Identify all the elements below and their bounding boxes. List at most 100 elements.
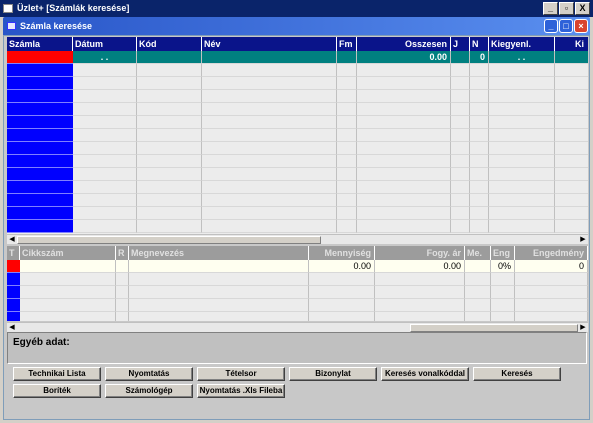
row-indicator[interactable] xyxy=(7,103,73,116)
table-cell[interactable] xyxy=(555,51,588,64)
table-cell[interactable] xyxy=(337,207,357,220)
table-cell[interactable]: 0.00 xyxy=(357,51,451,64)
table-cell[interactable]: 0.00 xyxy=(309,260,375,273)
col-header-fogy-ar[interactable]: Fogy. ár xyxy=(375,246,465,260)
table-cell[interactable] xyxy=(337,51,357,64)
table-cell[interactable] xyxy=(337,181,357,194)
table-cell[interactable] xyxy=(489,155,555,168)
col-header-cikkszam[interactable]: Cikkszám xyxy=(20,246,116,260)
table-cell[interactable] xyxy=(357,64,451,77)
table-cell[interactable] xyxy=(451,64,470,77)
table-cell[interactable] xyxy=(73,64,137,77)
col-header-fm[interactable]: Fm xyxy=(337,37,357,51)
table-cell[interactable]: 0.00 xyxy=(375,260,465,273)
row-indicator[interactable] xyxy=(7,181,73,194)
table-cell[interactable] xyxy=(375,312,465,321)
col-header-kod[interactable]: Kód xyxy=(137,37,202,51)
table-row[interactable] xyxy=(7,103,588,116)
table-row[interactable] xyxy=(7,90,588,103)
table-cell[interactable] xyxy=(515,312,588,321)
table-cell[interactable] xyxy=(357,220,451,233)
table-cell[interactable] xyxy=(73,194,137,207)
table-cell[interactable] xyxy=(375,299,465,312)
row-indicator[interactable] xyxy=(7,116,73,129)
table-cell[interactable] xyxy=(470,155,489,168)
table-cell[interactable] xyxy=(357,155,451,168)
table-cell[interactable] xyxy=(451,194,470,207)
table-row[interactable]: . . 0.00 0. . xyxy=(7,51,588,64)
row-indicator[interactable] xyxy=(7,64,73,77)
col-header-datum[interactable]: Dátum xyxy=(73,37,137,51)
col-header-n[interactable]: N xyxy=(470,37,489,51)
table-row[interactable] xyxy=(7,155,588,168)
table-cell[interactable] xyxy=(20,273,116,286)
col-header-eng[interactable]: Eng xyxy=(491,246,515,260)
table-cell[interactable] xyxy=(202,207,337,220)
table-cell[interactable] xyxy=(337,64,357,77)
table-row[interactable] xyxy=(7,220,588,233)
table-cell[interactable] xyxy=(129,286,309,299)
table-cell[interactable] xyxy=(202,103,337,116)
table-cell[interactable] xyxy=(309,286,375,299)
col-header-kiegyenl[interactable]: Kiegyenl. xyxy=(489,37,555,51)
table-cell[interactable] xyxy=(357,77,451,90)
table-cell[interactable] xyxy=(73,77,137,90)
table-cell[interactable] xyxy=(202,90,337,103)
row-indicator[interactable] xyxy=(7,312,20,321)
col-header-nev[interactable]: Név xyxy=(202,37,337,51)
table-cell[interactable] xyxy=(470,207,489,220)
table-cell[interactable] xyxy=(489,142,555,155)
row-indicator[interactable] xyxy=(7,260,20,273)
table-row[interactable] xyxy=(7,181,588,194)
table-cell[interactable] xyxy=(20,299,116,312)
table-cell[interactable] xyxy=(357,142,451,155)
table-cell[interactable] xyxy=(451,207,470,220)
table-cell[interactable] xyxy=(491,312,515,321)
technical-list-button[interactable]: Technikai Lista xyxy=(13,367,101,381)
table-cell[interactable] xyxy=(357,129,451,142)
item-grid[interactable]: T Cikkszám R Megnevezés Mennyiség Fogy. … xyxy=(7,246,588,321)
table-cell[interactable] xyxy=(555,194,588,207)
table-cell[interactable] xyxy=(555,155,588,168)
table-row[interactable] xyxy=(7,273,588,286)
table-row[interactable]: 0.00 0.00 0% 0 xyxy=(7,260,588,273)
row-indicator[interactable] xyxy=(7,273,20,286)
table-cell[interactable] xyxy=(202,64,337,77)
table-cell[interactable] xyxy=(73,90,137,103)
table-cell[interactable] xyxy=(357,168,451,181)
table-cell[interactable] xyxy=(470,77,489,90)
table-cell[interactable] xyxy=(555,103,588,116)
inner-close-button[interactable]: × xyxy=(574,19,588,33)
table-cell[interactable] xyxy=(20,286,116,299)
table-cell[interactable] xyxy=(451,103,470,116)
table-cell[interactable] xyxy=(202,142,337,155)
table-cell[interactable] xyxy=(129,312,309,321)
document-button[interactable]: Bizonylat xyxy=(289,367,377,381)
row-indicator[interactable] xyxy=(7,77,73,90)
table-cell[interactable] xyxy=(451,77,470,90)
table-cell[interactable] xyxy=(489,181,555,194)
table-cell[interactable] xyxy=(470,116,489,129)
table-cell[interactable] xyxy=(73,207,137,220)
inner-minimize-button[interactable]: _ xyxy=(544,19,558,33)
table-cell[interactable] xyxy=(489,77,555,90)
table-cell[interactable] xyxy=(470,103,489,116)
table-cell[interactable] xyxy=(73,129,137,142)
table-cell[interactable] xyxy=(202,51,337,64)
table-cell[interactable] xyxy=(451,90,470,103)
table-cell[interactable] xyxy=(137,142,202,155)
col-header-r[interactable]: R xyxy=(116,246,129,260)
table-cell[interactable] xyxy=(137,155,202,168)
table-cell[interactable]: 0% xyxy=(491,260,515,273)
table-row[interactable] xyxy=(7,77,588,90)
table-cell[interactable]: 0 xyxy=(470,51,489,64)
row-indicator[interactable] xyxy=(7,286,20,299)
col-header-engedmeny[interactable]: Engedmény xyxy=(515,246,588,260)
table-cell[interactable] xyxy=(129,299,309,312)
table-cell[interactable] xyxy=(137,90,202,103)
table-cell[interactable] xyxy=(357,181,451,194)
table-cell[interactable] xyxy=(337,103,357,116)
table-cell[interactable] xyxy=(129,273,309,286)
table-cell[interactable] xyxy=(137,194,202,207)
table-cell[interactable] xyxy=(465,273,491,286)
